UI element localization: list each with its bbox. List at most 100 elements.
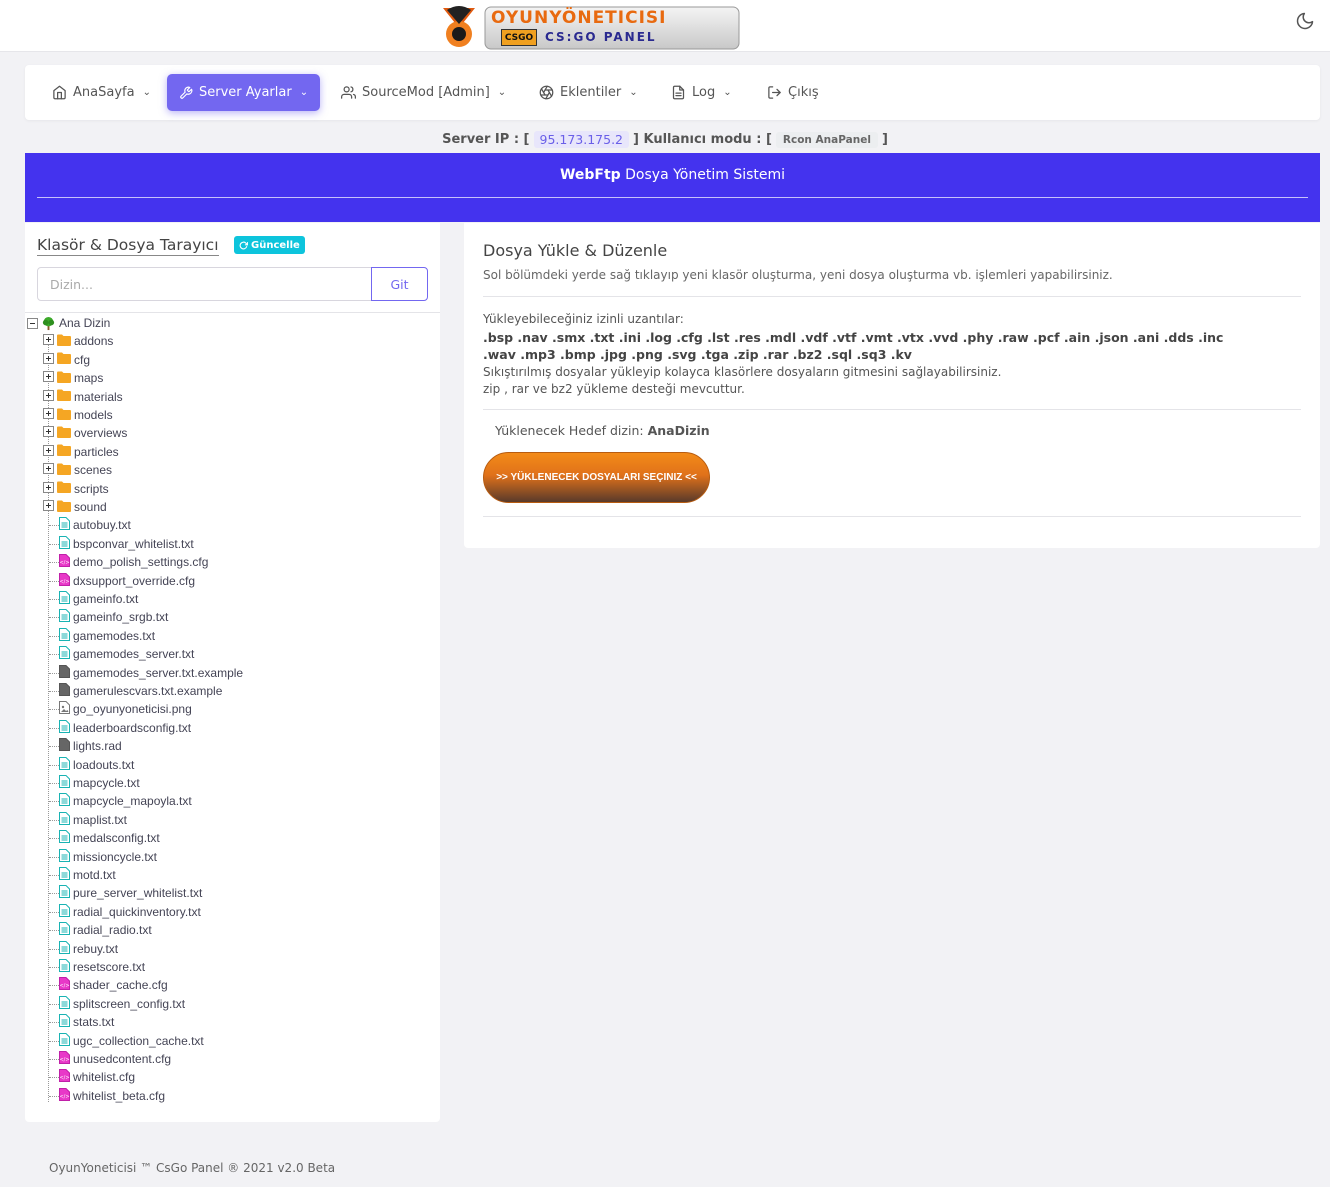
tree-file-label: loadouts.txt — [73, 757, 135, 772]
expand-icon[interactable] — [43, 371, 54, 385]
tree-file[interactable]: autobuy.txt — [59, 516, 131, 534]
text-file-icon — [59, 830, 70, 846]
tree-file[interactable]: gamemodes_server.txt — [59, 645, 194, 663]
tree-file[interactable]: </> whitelist.cfg — [59, 1068, 135, 1086]
tree-file[interactable]: resetscore.txt — [59, 958, 145, 976]
tree-folder[interactable]: addons — [43, 332, 113, 350]
expand-icon[interactable] — [43, 352, 54, 367]
tree-folder[interactable]: cfg — [43, 351, 90, 369]
tree-file[interactable]: </> whitelist_beta.cfg — [59, 1087, 165, 1105]
tree-file[interactable]: gameinfo_srgb.txt — [59, 608, 168, 626]
tree-connector — [49, 727, 59, 729]
main-nav: AnaSayfa ⌄ Server Ayarlar ⌄ SourceMod [A… — [25, 65, 1320, 120]
chevron-down-icon: ⌄ — [299, 87, 309, 98]
tree-file[interactable]: pure_server_whitelist.txt — [59, 884, 202, 902]
tree-root[interactable]: Ana Dizin — [27, 314, 110, 332]
tree-file[interactable]: missioncycle.txt — [59, 848, 157, 866]
tree-folder-label: materials — [74, 389, 123, 404]
tree-folder[interactable]: scripts — [43, 480, 109, 498]
nav-server-settings[interactable]: Server Ayarlar ⌄ — [167, 74, 321, 111]
tree-folder[interactable]: materials — [43, 388, 123, 406]
tree-folder[interactable]: overviews — [43, 424, 127, 442]
tree-file[interactable]: gamerulescvars.txt.example — [59, 682, 222, 700]
text-file-icon — [59, 591, 70, 607]
directory-input[interactable] — [37, 267, 372, 301]
tree-file[interactable]: radial_quickinventory.txt — [59, 903, 201, 921]
select-files-button[interactable]: >> YÜKLENECEK DOSYALARI SEÇINIZ << — [483, 452, 710, 503]
expand-icon[interactable] — [43, 408, 54, 422]
tree-file[interactable]: radial_radio.txt — [59, 921, 152, 939]
svg-text:</>: </> — [59, 1057, 69, 1063]
tree-file[interactable]: splitscreen_config.txt — [59, 995, 185, 1013]
page-title-rest: Dosya Yönetim Sistemi — [620, 167, 786, 183]
expand-icon[interactable] — [43, 481, 54, 496]
tree-file[interactable]: </> dxsupport_override.cfg — [59, 572, 195, 590]
go-button[interactable]: Git — [371, 267, 428, 301]
extensions-line-2: .wav .mp3 .bmp .jpg .png .svg .tga .zip … — [483, 347, 912, 362]
tree-file[interactable]: bspconvar_whitelist.txt — [59, 535, 194, 553]
tree-folder[interactable]: scenes — [43, 461, 112, 479]
tree-file[interactable]: ugc_collection_cache.txt — [59, 1032, 204, 1050]
page-title: WebFtp Dosya Yönetim Sistemi — [25, 167, 1320, 183]
expand-icon[interactable] — [43, 389, 54, 404]
brand-logo[interactable]: OYUNYÖNETICISI CSGO CS:GO PANEL — [435, 2, 740, 50]
tree-file[interactable]: </> demo_polish_settings.cfg — [59, 553, 208, 571]
tree-file[interactable]: lights.rad — [59, 737, 122, 755]
expand-icon[interactable] — [43, 444, 54, 459]
tree-file[interactable]: motd.txt — [59, 866, 116, 884]
tree-file-label: autobuy.txt — [73, 518, 131, 533]
tree-folder[interactable]: models — [43, 406, 113, 424]
tree-folder[interactable]: sound — [43, 498, 107, 516]
tree-folder[interactable]: maps — [43, 369, 103, 387]
nav-log[interactable]: Log ⌄ — [671, 74, 732, 111]
tree-file[interactable]: stats.txt — [59, 1013, 114, 1031]
tree-file-label: unusedcontent.cfg — [73, 1052, 172, 1066]
tree-file[interactable]: maplist.txt — [59, 811, 127, 829]
tree-file[interactable]: gamemodes.txt — [59, 627, 155, 645]
logo-text-top: OYUNYÖNETICISI — [491, 8, 667, 28]
moon-icon[interactable] — [1295, 11, 1315, 31]
tree-folder-label: scripts — [74, 481, 109, 496]
tree-connector — [49, 838, 59, 840]
tree-connector — [49, 801, 59, 803]
tree-file[interactable]: rebuy.txt — [59, 940, 118, 958]
tree-file-label: medalsconfig.txt — [73, 831, 160, 846]
tree-file[interactable]: leaderboardsconfig.txt — [59, 719, 191, 737]
file-icon — [59, 664, 70, 681]
nav-plugins[interactable]: Eklentiler ⌄ — [539, 74, 638, 111]
expand-icon[interactable] — [43, 463, 54, 477]
divider — [483, 516, 1301, 517]
tree-file[interactable]: gamemodes_server.txt.example — [59, 664, 243, 682]
tree-folder[interactable]: particles — [43, 443, 119, 461]
tree-file-label: resetscore.txt — [73, 960, 146, 974]
tree-file[interactable]: </> shader_cache.cfg — [59, 976, 168, 994]
nav-home[interactable]: AnaSayfa ⌄ — [52, 74, 151, 111]
top-bar: OYUNYÖNETICISI CSGO CS:GO PANEL — [0, 0, 1330, 52]
tree-connector — [49, 911, 59, 913]
file-tree: Ana Dizin addons cfg maps materials models ov… — [25, 313, 440, 1103]
tree-folder-label: overviews — [74, 426, 128, 441]
refresh-button[interactable]: Güncelle — [234, 236, 305, 254]
tree-file[interactable]: mapcycle.txt — [59, 774, 140, 792]
tree-file[interactable]: medalsconfig.txt — [59, 829, 160, 847]
tree-file[interactable]: </> unusedcontent.cfg — [59, 1050, 171, 1068]
collapse-icon[interactable] — [27, 317, 38, 329]
expand-icon[interactable] — [43, 500, 54, 514]
code-file-icon: </> — [59, 554, 70, 570]
tree-file[interactable]: mapcycle_mapoyla.txt — [59, 792, 192, 810]
text-file-icon — [59, 719, 70, 736]
tree-file-label: demo_polish_settings.cfg — [73, 555, 209, 570]
nav-logout[interactable]: Çıkış — [767, 74, 819, 111]
tree-file[interactable]: go_oyunyoneticisi.png — [59, 700, 192, 718]
text-file-icon — [59, 793, 70, 809]
folder-icon — [57, 352, 71, 367]
tree-file-label: mapcycle.txt — [73, 776, 140, 790]
nav-sourcemod[interactable]: SourceMod [Admin] ⌄ — [341, 74, 506, 111]
tree-file[interactable]: loadouts.txt — [59, 756, 134, 774]
text-file-icon — [59, 756, 70, 773]
expand-icon[interactable] — [43, 334, 54, 348]
tree-file[interactable]: gameinfo.txt — [59, 590, 138, 608]
server-ip-label: Server IP : [ — [442, 132, 530, 147]
expand-icon[interactable] — [43, 426, 54, 440]
divider — [483, 409, 1301, 410]
